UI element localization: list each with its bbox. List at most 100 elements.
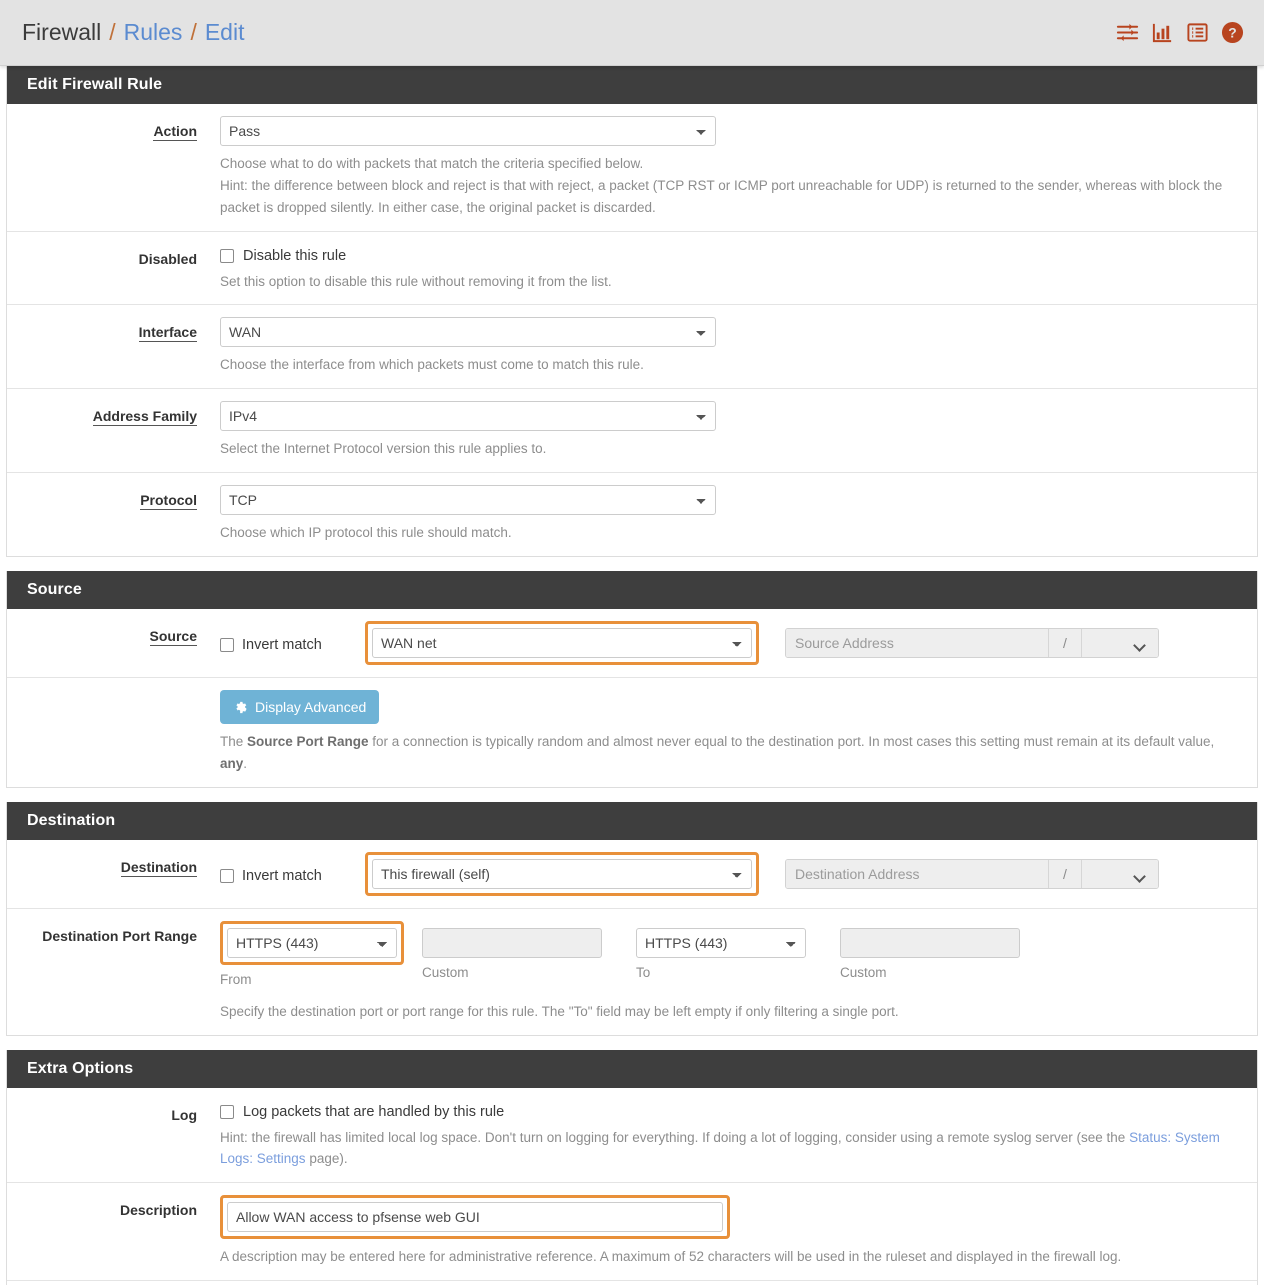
disable-rule-checkbox-row[interactable]: Disable this rule [220, 244, 1243, 264]
label-description: Description [119, 1202, 197, 1219]
panel-gap-1 [6, 557, 1258, 572]
label-protocol: Protocol [7, 485, 212, 511]
source-invert-checkbox[interactable] [220, 638, 234, 653]
port-to-cell: HTTPS (443) To [636, 927, 806, 980]
source-help-pre: The [220, 734, 248, 750]
source-type-highlight: WAN net [365, 621, 759, 666]
log-help: Hint: the firewall has limited local log… [220, 1127, 1240, 1171]
label-log: Log [171, 1106, 197, 1123]
breadcrumb-root: Firewall [22, 19, 102, 45]
breadcrumb-edit-link[interactable]: Edit [205, 19, 245, 46]
extra-options-panel: Extra Options Log Log packets that are h… [6, 1049, 1258, 1285]
interface-help: Choose the interface from which packets … [220, 357, 644, 373]
panel-gap-3 [6, 1035, 1258, 1050]
port-from-custom-sublabel: Custom [422, 964, 469, 980]
label-destination: Destination [7, 852, 212, 877]
row-log: Log Log packets that are handled by this… [7, 1087, 1257, 1184]
port-to-custom-cell: Custom [840, 927, 1020, 980]
bar-chart-icon[interactable] [1151, 21, 1174, 44]
log-help-post: page). [305, 1151, 348, 1167]
address-family-help: Select the Internet Protocol version thi… [220, 441, 547, 457]
source-port-range-help: The Source Port Range for a connection i… [220, 731, 1240, 775]
destination-invert-checkbox[interactable] [220, 868, 234, 883]
row-protocol: Protocol TCP Choose which IP protocol th… [7, 473, 1257, 557]
source-address-group: / [785, 628, 1159, 659]
log-checkbox-row[interactable]: Log packets that are handled by this rul… [220, 1100, 1243, 1120]
disable-rule-label: Disable this rule [243, 247, 347, 264]
label-interface-text[interactable]: Interface [138, 324, 197, 343]
destination-invert-label: Invert match [242, 867, 322, 884]
source-help-mid: for a connection is typically random and… [368, 734, 1215, 750]
label-source-text[interactable]: Source [149, 628, 197, 647]
panel-title-edit-rule: Edit Firewall Rule [7, 66, 1257, 104]
action-help-line1: Choose what to do with packets that matc… [220, 156, 644, 171]
header-icon-group: ? [1116, 21, 1244, 44]
list-icon[interactable] [1186, 21, 1209, 44]
destination-panel: Destination Destination Invert match Thi… [6, 801, 1258, 1036]
action-help: Choose what to do with packets that matc… [220, 153, 1240, 219]
breadcrumb-bar: Firewall / Rules / Edit ? [0, 0, 1264, 66]
source-display-advanced-label: Display Advanced [255, 699, 367, 716]
port-from-select[interactable]: HTTPS (443) [227, 927, 397, 958]
label-source: Source [7, 621, 212, 647]
port-from-custom-input[interactable] [422, 927, 602, 958]
log-checkbox[interactable] [220, 1104, 234, 1119]
destination-cidr-select[interactable] [1082, 859, 1158, 888]
label-action-text[interactable]: Action [153, 123, 197, 141]
source-display-advanced-button[interactable]: Display Advanced [220, 690, 380, 725]
destination-port-grid: HTTPS (443) From Custom HTTPS (443) To C… [220, 920, 1243, 987]
label-protocol-text[interactable]: Protocol [140, 492, 197, 511]
log-help-pre: Hint: the firewall has limited local log… [220, 1129, 1130, 1145]
label-action: Action [7, 116, 212, 141]
panel-title-destination: Destination [7, 801, 1257, 840]
edit-firewall-rule-panel: Edit Firewall Rule Action Pass Choose wh… [6, 66, 1258, 558]
action-help-line2: Hint: the difference between block and r… [220, 177, 1223, 215]
row-action: Action Pass Choose what to do with packe… [7, 104, 1257, 232]
description-input[interactable] [227, 1202, 723, 1233]
address-family-select[interactable]: IPv4 [220, 401, 716, 432]
disable-rule-checkbox[interactable] [220, 248, 234, 263]
label-destination-text[interactable]: Destination [120, 858, 197, 877]
svg-text:?: ? [1228, 25, 1236, 41]
row-interface: Interface WAN Choose the interface from … [7, 305, 1257, 390]
destination-type-highlight: This firewall (self) [365, 851, 759, 896]
description-help: A description may be entered here for ad… [220, 1249, 1122, 1265]
breadcrumb-rules-link[interactable]: Rules [124, 19, 183, 46]
destination-port-help: Specify the destination port or port ran… [220, 1003, 899, 1019]
source-cidr-select[interactable] [1082, 629, 1158, 658]
row-advanced-options: Advanced Options Display Advanced [7, 1281, 1257, 1285]
label-address-family-text[interactable]: Address Family [92, 408, 197, 427]
label-destination-port-range: Destination Port Range [42, 927, 197, 944]
row-description: Description A description may be entered… [7, 1183, 1257, 1282]
destination-type-select[interactable]: This firewall (self) [372, 858, 752, 889]
source-address-input[interactable] [786, 629, 1048, 658]
destination-invert-row[interactable]: Invert match [220, 864, 365, 884]
gear-icon [233, 700, 248, 715]
breadcrumb-separator-2: / [190, 19, 197, 45]
protocol-help: Choose which IP protocol this rule shoul… [220, 525, 512, 541]
source-invert-row[interactable]: Invert match [220, 633, 365, 653]
port-from-custom-cell: Custom [422, 927, 602, 980]
action-select[interactable]: Pass [220, 116, 716, 146]
row-address-family: Address Family IPv4 Select the Internet … [7, 389, 1257, 474]
panel-gap-2 [6, 787, 1258, 802]
panel-title-source: Source [7, 571, 1257, 610]
port-from-sublabel: From [220, 971, 252, 987]
panel-title-extra-options: Extra Options [7, 1049, 1257, 1088]
source-help-bold2: any [220, 755, 244, 771]
source-help-post: . [243, 755, 248, 771]
protocol-select[interactable]: TCP [220, 485, 716, 516]
port-to-custom-input[interactable] [840, 927, 1020, 958]
row-destination-port-range: Destination Port Range HTTPS (443) From [7, 908, 1257, 1035]
breadcrumb-separator-1: / [109, 19, 116, 45]
destination-address-input[interactable] [786, 859, 1048, 888]
interface-select[interactable]: WAN [220, 317, 716, 348]
row-disabled: Disabled Disable this rule Set this opti… [7, 231, 1257, 306]
description-highlight [220, 1195, 730, 1240]
breadcrumb: Firewall / Rules / Edit [22, 19, 244, 46]
destination-address-group: / [785, 858, 1159, 889]
sliders-icon[interactable] [1116, 21, 1139, 44]
source-type-select[interactable]: WAN net [372, 628, 752, 659]
port-to-select[interactable]: HTTPS (443) [636, 927, 806, 958]
help-circle-icon[interactable]: ? [1221, 21, 1244, 44]
